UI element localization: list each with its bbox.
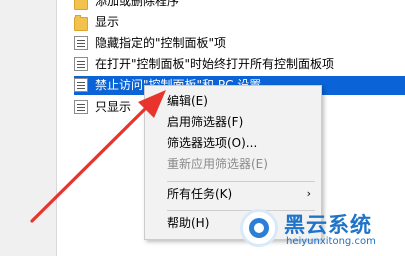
list-item-label: 在打开"控制面板"时始终打开所有控制面板项 [95,57,335,71]
policy-setting-icon [74,100,88,114]
menu-item-reapply-filter: 重新应用筛选器(E) [145,153,321,175]
list-item-label: 隐藏指定的"控制面板"项 [95,36,227,50]
policy-setting-icon [74,57,88,71]
menu-item-label: 重新应用筛选器(E) [167,157,268,171]
brand-circle-icon [240,209,278,247]
watermark-site: heiyunxitong.com [286,236,376,247]
list-item-label: 只显示 [95,100,132,114]
tree-pane-edge [0,0,56,256]
watermark-name: 黑云系统 [284,213,372,237]
menu-separator [167,181,315,182]
watermark-logo: 黑云系统 heiyunxitong.com [240,207,400,253]
list-item-label: 显示 [95,15,120,29]
policy-setting-icon [74,78,88,92]
list-item-label: 添加或删除程序 [95,0,180,8]
folder-icon [74,0,88,10]
menu-item-label: 启用筛选器(F) [167,115,244,129]
menu-item-filter-options[interactable]: 筛选器选项(O)... [145,132,321,154]
menu-item-label: 帮助(H) [167,216,210,230]
menu-item-label: 筛选器选项(O)... [167,136,258,150]
chevron-right-icon: › [306,187,311,200]
policy-setting-icon [74,36,88,50]
menu-item-edit[interactable]: 编辑(E) [145,90,321,112]
menu-item-label: 所有任务(K) [167,187,233,201]
menu-item-all-tasks[interactable]: 所有任务(K) › [145,183,321,205]
menu-item-enable-filter[interactable]: 启用筛选器(F) [145,111,321,133]
folder-icon [74,15,88,31]
menu-item-label: 编辑(E) [167,94,208,108]
